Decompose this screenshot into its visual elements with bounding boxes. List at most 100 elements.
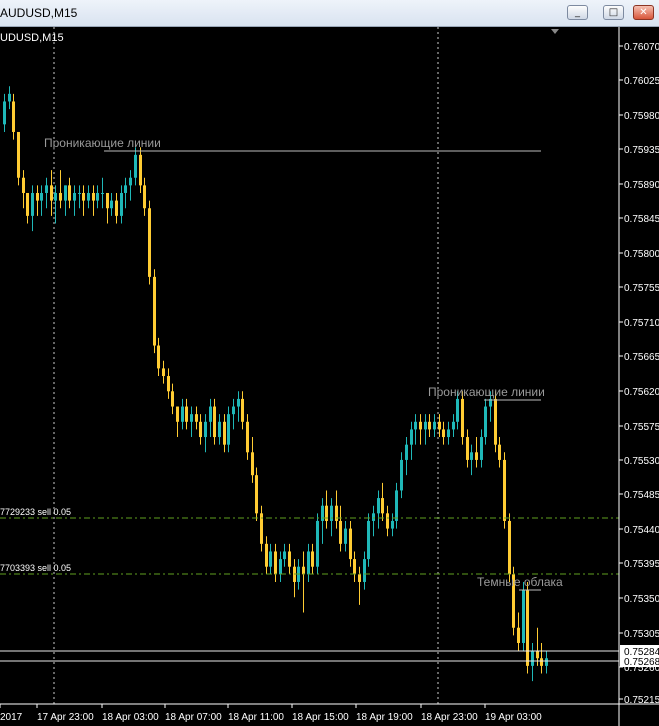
candle-body <box>456 398 459 422</box>
candle-body <box>181 406 184 422</box>
candle-body <box>157 345 160 369</box>
candle-body <box>302 566 305 575</box>
price-label: 0.75620 <box>624 387 659 398</box>
candle-body <box>190 414 193 422</box>
candle-body <box>209 406 212 422</box>
candle-body <box>363 559 366 582</box>
candle-body <box>120 192 123 216</box>
price-label: 0.75665 <box>624 352 659 363</box>
candle-body <box>367 520 370 560</box>
candle-body <box>167 376 170 392</box>
annotation-label: Проникающие линии <box>44 136 161 150</box>
price-label: 0.75755 <box>624 283 659 294</box>
candle-body <box>129 177 132 186</box>
close-button[interactable]: ✕ <box>633 5 654 20</box>
price-label: 0.75980 <box>624 111 659 122</box>
candle-body <box>139 154 142 186</box>
candle-body <box>106 192 109 209</box>
candle-body <box>176 406 179 422</box>
candle-body <box>391 520 394 529</box>
candle-body <box>59 192 62 201</box>
candle-body <box>288 551 291 567</box>
close-icon: ✕ <box>639 7 648 18</box>
candle-body <box>134 154 137 178</box>
candle-body <box>54 192 57 201</box>
price-label: 0.75395 <box>624 559 659 570</box>
time-label: 2017 <box>0 712 23 723</box>
price-label: 0.75935 <box>624 145 659 156</box>
candle-body <box>22 177 25 193</box>
candle-body <box>199 421 202 438</box>
order-label: 7703393 sell 0.05 <box>0 563 71 573</box>
candle-body <box>96 192 99 201</box>
candle-body <box>246 421 249 453</box>
time-label: 17 Apr 23:00 <box>37 712 94 723</box>
candle-body <box>283 551 286 560</box>
price-label: 0.76025 <box>624 76 659 87</box>
candle-body <box>218 421 221 438</box>
price-label: 0.75485 <box>624 490 659 501</box>
price-label: 0.75305 <box>624 629 659 640</box>
minimize-icon: _ <box>575 7 580 18</box>
candle-body <box>68 185 71 201</box>
candle-body <box>279 559 282 575</box>
candle-body <box>195 414 198 422</box>
candle-body <box>358 574 361 582</box>
candle-body <box>428 421 431 430</box>
candle-body <box>405 444 408 460</box>
candle-body <box>162 368 165 377</box>
candle-body <box>110 200 113 209</box>
price-tag-label: 0.75268 <box>624 657 659 668</box>
candle-body <box>115 200 118 216</box>
candle-body <box>447 429 450 438</box>
candle-body <box>461 398 464 438</box>
time-label: 18 Apr 11:00 <box>228 712 284 723</box>
candle-body <box>466 437 469 460</box>
candle-body <box>353 559 356 575</box>
time-label: 18 Apr 19:00 <box>356 712 413 723</box>
candle-body <box>442 429 445 438</box>
candle-body <box>508 520 511 575</box>
window-title: AUDUSD,M15 <box>0 6 78 20</box>
candle-body <box>78 192 81 194</box>
candle-body <box>536 650 539 659</box>
candle-body <box>517 627 520 643</box>
candle-body <box>17 131 20 178</box>
candle-body <box>213 406 216 438</box>
candle-body <box>26 192 29 216</box>
candle-body <box>3 101 6 125</box>
candle-body <box>223 421 226 445</box>
candle-body <box>307 551 310 575</box>
restore-icon: □ <box>608 7 619 18</box>
price-label: 0.75440 <box>624 525 659 536</box>
candle-body <box>87 192 90 201</box>
candle-body <box>540 658 543 666</box>
restore-button[interactable]: □ <box>603 5 624 20</box>
candle-body <box>274 551 277 575</box>
candle-body <box>339 520 342 544</box>
candle-body <box>251 452 254 476</box>
candle-body <box>45 185 48 193</box>
candle-body <box>475 452 478 460</box>
time-label: 18 Apr 07:00 <box>165 712 222 723</box>
candle-body <box>316 520 319 567</box>
price-label: 0.75845 <box>624 214 659 225</box>
chart-background <box>0 27 659 726</box>
price-label: 0.75350 <box>624 594 659 605</box>
candle-body <box>124 185 127 193</box>
candle-body <box>503 459 506 521</box>
candle-body <box>526 589 529 666</box>
candle-body <box>311 551 314 567</box>
candle-body <box>148 208 151 277</box>
time-label: 18 Apr 03:00 <box>102 712 159 723</box>
candle-body <box>143 185 146 209</box>
candle-body <box>522 589 525 643</box>
candle-body <box>325 505 328 521</box>
candle-body <box>204 421 207 438</box>
price-chart[interactable]: UDUSD,M15 7729233 sell 0.057703393 sell … <box>0 27 659 726</box>
annotation-label: Темные облака <box>477 575 563 589</box>
minimize-button[interactable]: _ <box>567 5 588 20</box>
price-label: 0.75530 <box>624 456 659 467</box>
candle-body <box>410 429 413 445</box>
candle-body <box>265 543 268 567</box>
